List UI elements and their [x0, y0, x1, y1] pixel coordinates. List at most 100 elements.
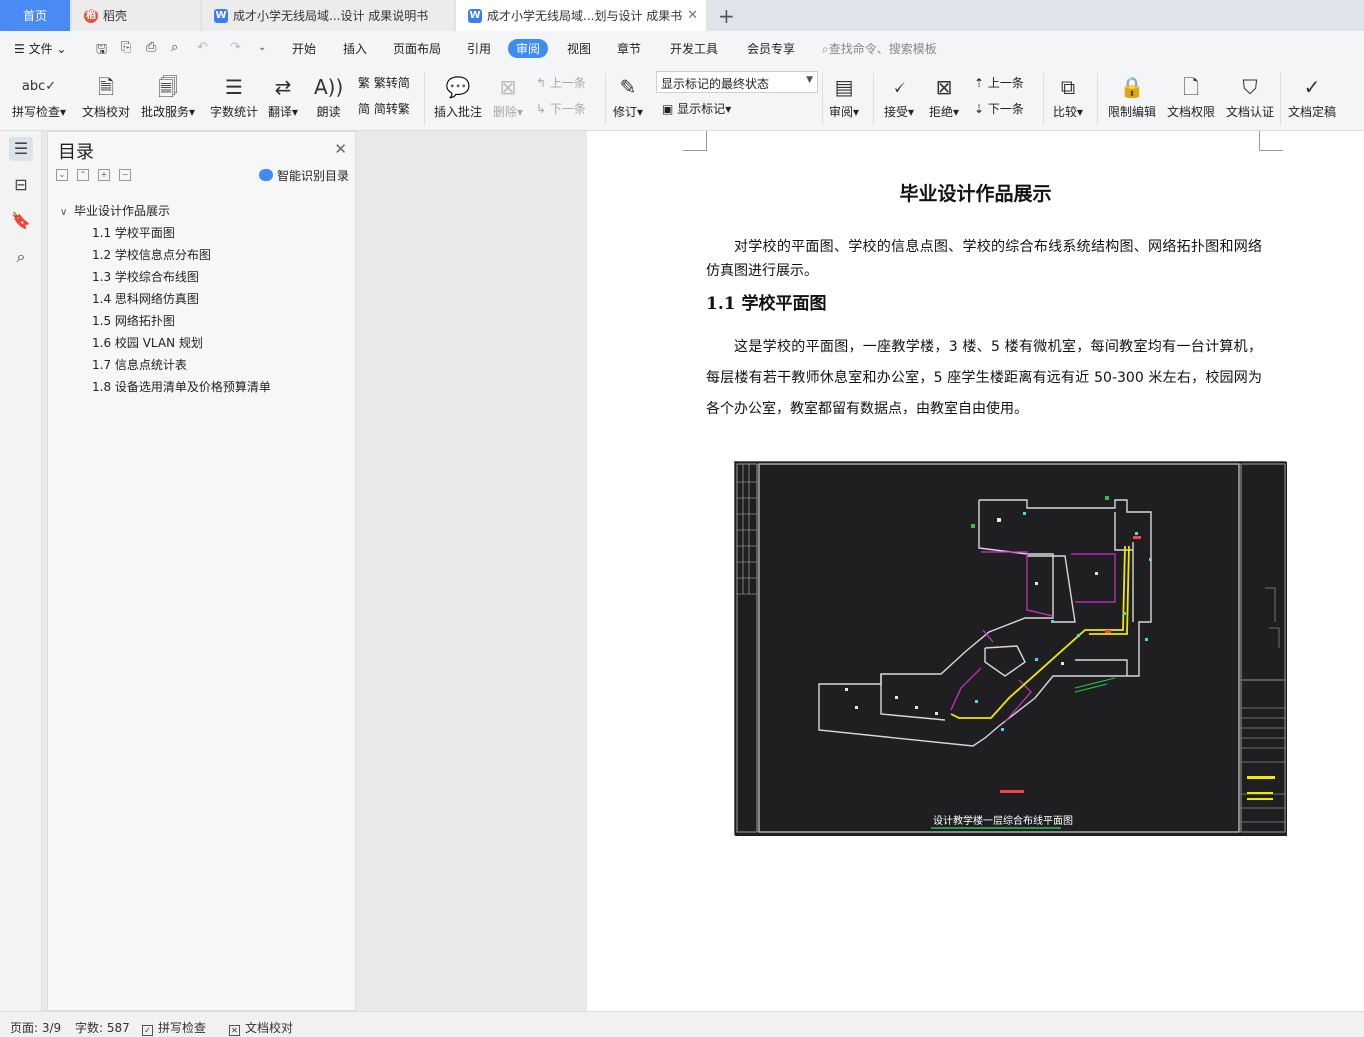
close-tab-icon[interactable]: ✕: [687, 8, 698, 23]
reject-button[interactable]: ⊠ 拒绝▾: [929, 71, 959, 120]
smart-toc-button[interactable]: 智能识别目录: [258, 167, 349, 184]
markup-state-select[interactable]: 显示标记的最终状态 ▼: [656, 71, 818, 93]
toc-panel: 目录 ✕ ⌄ ⌃ + − 智能识别目录 ∨ 毕业设计作品展示 1.1 学校平面图 1.2…: [47, 131, 356, 1011]
toc-item[interactable]: 1.3 学校综合布线图: [48, 266, 355, 288]
trad-to-simp-button[interactable]: 繁 繁转简: [358, 74, 410, 91]
revision-service-icon: 🗐: [158, 75, 179, 99]
toc-item[interactable]: 1.2 学校信息点分布图: [48, 244, 355, 266]
menu-references[interactable]: 引用: [467, 40, 491, 57]
show-markup-icon: ▣: [662, 102, 674, 116]
word-count-label: 字数统计: [210, 105, 259, 119]
expand-all-icon[interactable]: ⌄: [56, 168, 68, 181]
new-tab-button[interactable]: +: [712, 0, 738, 31]
translate-icon: ⇄: [274, 75, 292, 99]
delete-comment-button[interactable]: ⊠ 删除▾: [493, 71, 523, 120]
smart-recognize-icon: [258, 169, 273, 181]
tab-home-label: 首页: [22, 9, 47, 23]
previous-comment-icon: ↰: [536, 76, 547, 90]
page-indicator[interactable]: 页面: 3/9: [10, 1019, 61, 1036]
previous-comment-button[interactable]: ↰ 上一条: [536, 74, 586, 91]
tab-document-1[interactable]: W 成才小学无线局域...设计 成果说明书: [202, 0, 454, 31]
menu-view[interactable]: 视图: [567, 40, 591, 57]
menu-page-layout[interactable]: 页面布局: [393, 40, 441, 57]
export-icon[interactable]: ⎘: [121, 40, 131, 55]
tab-document-2-label: 成才小学无线局域...划与设计 成果书: [487, 9, 683, 23]
finalize-document-button[interactable]: ✓ 文档定稿: [1288, 71, 1336, 120]
collapse-all-icon[interactable]: ⌃: [77, 168, 89, 181]
document-certify-button[interactable]: ⛉ 文档认证: [1226, 71, 1274, 120]
search-icon[interactable]: ⌕: [9, 245, 33, 269]
word-count-indicator[interactable]: 字数: 587: [75, 1019, 130, 1036]
next-change-button[interactable]: ⇣ 下一条: [974, 100, 1024, 117]
menu-member[interactable]: 会员专享: [747, 40, 795, 57]
chevron-down-icon[interactable]: ∨: [60, 202, 74, 224]
spell-check-button[interactable]: abc✓ 拼写检查▾: [12, 71, 66, 120]
daoke-icon: 稻: [84, 8, 98, 23]
review-pane-icon: ▤: [834, 75, 854, 99]
review-ribbon: abc✓ 拼写检查▾ 🗎 文档校对 🗐 批改服务▾ ☰ 字数统计 ⇄ 翻译▾ A)) 朗读 …: [0, 67, 1364, 131]
review-pane-button[interactable]: ▤ 审阅▾: [829, 71, 859, 120]
bookmark-icon[interactable]: 🔖: [9, 209, 33, 233]
redo-icon[interactable]: ↷: [230, 40, 241, 55]
tab-daoke[interactable]: 稻稻壳: [72, 0, 200, 31]
toc-item[interactable]: 1.7 信息点统计表: [48, 354, 355, 376]
menu-insert[interactable]: 插入: [343, 40, 367, 57]
tab-daoke-label: 稻壳: [103, 9, 128, 23]
insert-comment-button[interactable]: 💬 插入批注: [434, 71, 482, 120]
menu-review[interactable]: 审阅: [508, 39, 549, 58]
menu-section[interactable]: 章节: [617, 40, 641, 57]
print-preview-icon[interactable]: ⌕: [171, 40, 178, 55]
print-icon[interactable]: ⎙: [146, 40, 156, 55]
read-aloud-button[interactable]: A)) 朗读: [314, 71, 343, 120]
toc-item[interactable]: 1.8 设备选用清单及价格预算清单: [48, 376, 355, 398]
tab-document-2[interactable]: W 成才小学无线局域...划与设计 成果书 ✕: [456, 0, 706, 31]
previous-change-button[interactable]: ⇡ 上一条: [974, 74, 1024, 91]
save-icon[interactable]: 🖫: [96, 40, 107, 62]
toc-item[interactable]: ∨ 毕业设计作品展示: [48, 200, 355, 222]
menu-start[interactable]: 开始: [292, 40, 316, 57]
toc-item[interactable]: 1.5 网络拓扑图: [48, 310, 355, 332]
restrict-editing-button[interactable]: 🔒 限制编辑: [1108, 71, 1156, 120]
next-comment-button[interactable]: ↳ 下一条: [536, 100, 586, 117]
revision-service-button[interactable]: 🗐 批改服务▾: [141, 71, 195, 120]
wps-writer-icon: W: [214, 8, 228, 23]
delete-comment-label: 删除: [493, 105, 518, 119]
read-aloud-icon: A)): [314, 75, 344, 99]
previous-comment-label: 上一条: [549, 76, 586, 90]
document-permission-button[interactable]: 🗋 文档权限: [1167, 71, 1215, 120]
compare-label: 比较: [1053, 105, 1078, 119]
undo-icon[interactable]: ↶: [197, 40, 208, 55]
chapter-nav-icon[interactable]: ⊟: [9, 173, 33, 197]
floor-plan-image[interactable]: 设计教学楼一层综合布线平面图: [734, 461, 1287, 836]
menu-developer[interactable]: 开发工具: [670, 40, 718, 57]
status-proofread[interactable]: ✕ 文档校对: [229, 1019, 293, 1036]
ribbon-separator: [424, 73, 425, 125]
add-heading-icon[interactable]: +: [98, 168, 110, 181]
lock-document-icon: 🔒: [1119, 75, 1145, 99]
insert-comment-label: 插入批注: [434, 105, 483, 119]
toc-item[interactable]: 1.1 学校平面图: [48, 222, 355, 244]
proofread-button[interactable]: 🗎 文档校对: [82, 71, 130, 120]
show-markup-button[interactable]: ▣ 显示标记▾: [662, 100, 731, 117]
status-spell-check[interactable]: ✓ 拼写检查: [142, 1019, 206, 1036]
status-spell-check-label: 拼写检查: [158, 1021, 207, 1035]
command-search[interactable]: ⌕查找命令、搜索模板: [822, 40, 937, 57]
compare-button[interactable]: ⧉ 比较▾: [1053, 71, 1083, 120]
track-changes-button[interactable]: ✎ 修订▾: [613, 71, 643, 120]
remove-heading-icon[interactable]: −: [119, 168, 131, 181]
tab-home[interactable]: 首页: [0, 0, 70, 31]
simp-to-trad-button[interactable]: 简 简转繁: [358, 100, 410, 117]
toc-pane-icon[interactable]: ☰: [9, 137, 33, 161]
file-menu[interactable]: ☰ 文件 ⌄: [14, 40, 66, 57]
close-icon[interactable]: ✕: [334, 140, 347, 158]
word-count-button[interactable]: ☰ 字数统计: [210, 71, 258, 120]
restrict-editing-label: 限制编辑: [1108, 105, 1157, 119]
quick-access-dropdown-icon[interactable]: ⌄: [258, 42, 266, 53]
translate-button[interactable]: ⇄ 翻译▾: [268, 71, 298, 120]
toc-item[interactable]: 1.4 思科网络仿真图: [48, 288, 355, 310]
toc-item[interactable]: 1.6 校园 VLAN 规划: [48, 332, 355, 354]
accept-button[interactable]: 🗸 接受▾: [884, 71, 914, 120]
search-icon: ⌕: [822, 42, 829, 56]
file-menu-label: 文件: [28, 42, 53, 56]
document-page[interactable]: 毕业设计作品展示 对学校的平面图、学校的信息点图、学校的综合布线系统结构图、网络…: [587, 131, 1364, 1011]
